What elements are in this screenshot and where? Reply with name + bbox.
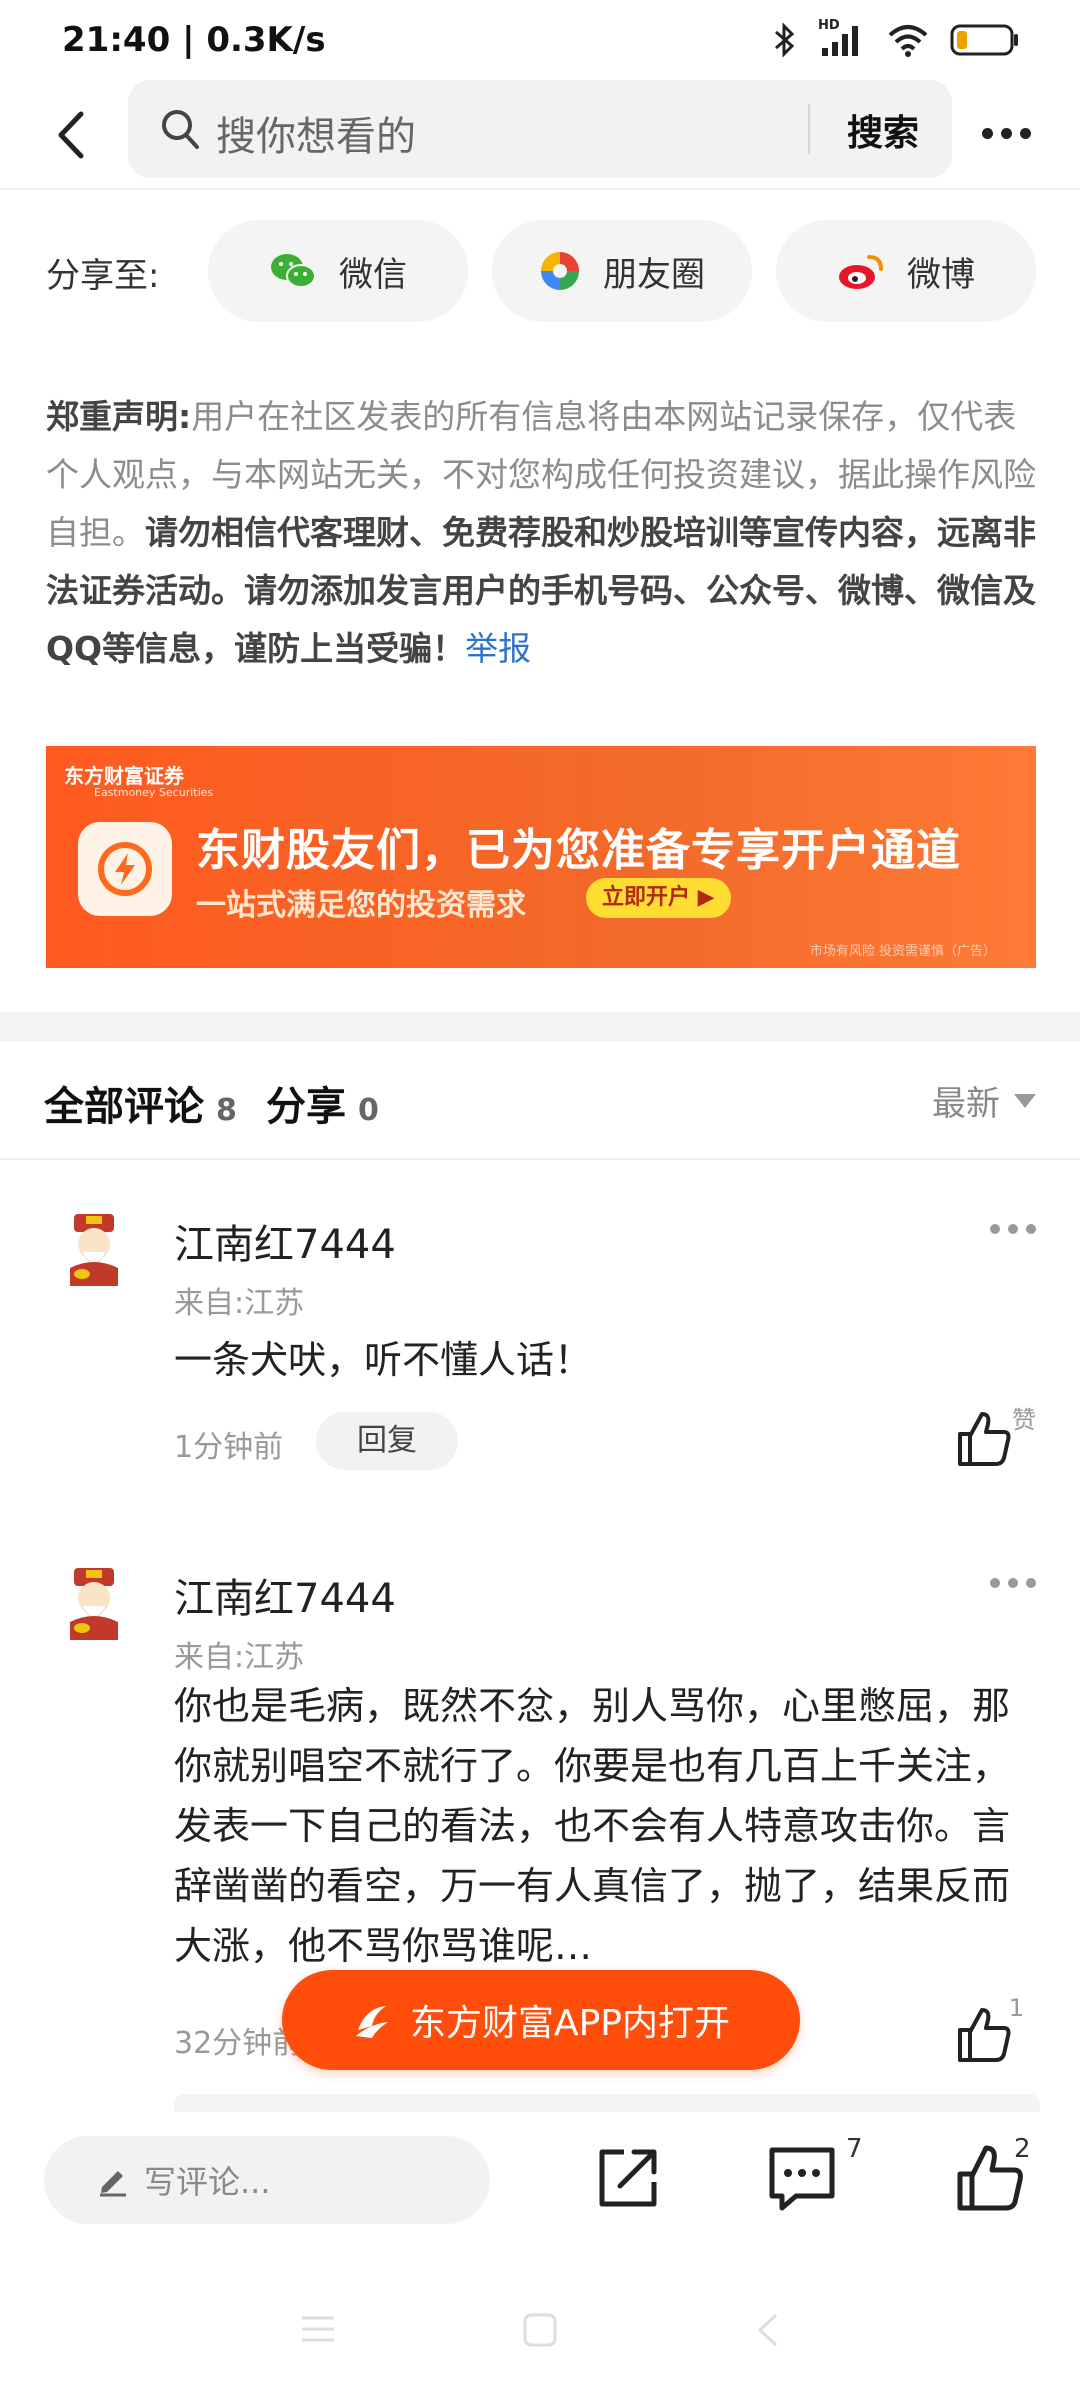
comments-button[interactable] [764, 2140, 840, 2216]
search-bar[interactable]: 搜你想看的 搜索 [128, 80, 952, 178]
disclaimer: 郑重声明:用户在社区发表的所有信息将由本网站记录保存，仅代表个人观点，与本网站无… [46, 388, 1036, 678]
open-in-app-label: 东方财富APP内打开 [409, 2003, 731, 2044]
signal-icon: HD [818, 18, 866, 58]
share-wechat-button[interactable]: 微信 [208, 220, 468, 322]
share-wechat-label: 微信 [339, 254, 407, 295]
comment-location: 来自:江苏 [174, 1286, 305, 1321]
reply-button[interactable]: 回复 [316, 1412, 458, 1470]
dot-icon [1026, 1224, 1036, 1234]
weibo-icon [839, 255, 883, 289]
home-icon[interactable] [522, 2312, 558, 2348]
comment-count: 7 [846, 2134, 863, 2164]
section-divider [0, 1012, 1080, 1042]
wechat-icon [271, 254, 316, 288]
back-button[interactable] [40, 102, 100, 168]
like-label: 赞 [1012, 1406, 1036, 1434]
eastmoney-logo-icon [355, 2006, 388, 2038]
disclaimer-warning: 请勿相信代客理财、免费荐股和炒股培训等宣传内容，远离非法证券活动。请勿添加发言用… [46, 513, 1036, 668]
dot-icon [1008, 1224, 1018, 1234]
back-arrow-icon [58, 111, 84, 159]
tab-all-comments[interactable]: 全部评论 8 [44, 1074, 237, 1132]
search-input[interactable]: 搜你想看的 [216, 104, 416, 162]
banner-brand: 东方财富证券 [64, 764, 184, 788]
banner-subline: 一站式满足您的投资需求 [196, 888, 526, 923]
chevron-down-icon [1014, 1093, 1036, 1108]
status-bar: 21:40 | 0.3K/s HD [0, 0, 1080, 80]
comments-header: 全部评论 8 分享 0 最新 [0, 1042, 1080, 1160]
dot-icon [990, 1224, 1000, 1234]
comment-author[interactable]: 江南红7444 [174, 1566, 396, 1624]
comment-more-button[interactable] [990, 1224, 1036, 1234]
thumbs-up-icon [958, 1412, 1011, 1466]
like-count: 1 [1008, 1994, 1024, 2022]
avatar[interactable] [56, 1212, 132, 1288]
comment-author[interactable]: 江南红7444 [174, 1212, 396, 1270]
system-nav-bar [0, 2290, 1080, 2400]
dot-icon [990, 1578, 1000, 1588]
status-icons: HD [772, 18, 1020, 62]
avatar[interactable] [56, 1566, 132, 1642]
moments-icon [541, 252, 579, 290]
dot-icon [1000, 127, 1012, 139]
more-options-button[interactable] [966, 108, 1046, 158]
comment-text[interactable]: 一条犬吠，听不懂人话！ [174, 1330, 1044, 1390]
share-moments-button[interactable]: 朋友圈 [492, 220, 752, 322]
dot-icon [981, 127, 993, 139]
back-nav-icon[interactable] [752, 2312, 782, 2348]
comment-location: 来自:江苏 [174, 1640, 305, 1675]
battery-icon [950, 24, 1018, 56]
write-comment-placeholder: 写评论... [144, 2163, 271, 2201]
tab-all-comments-label: 全部评论 [44, 1084, 204, 1130]
app-logo-icon [78, 822, 172, 916]
open-account-button[interactable]: 立即开户 ▶ [586, 878, 731, 918]
menu-icon[interactable] [300, 2312, 336, 2346]
tab-shares[interactable]: 分享 0 [266, 1074, 379, 1132]
top-nav: 搜你想看的 搜索 [0, 80, 1080, 190]
comment-bubble-icon [769, 2147, 835, 2211]
bottom-toolbar: 写评论... 7 2 [0, 2112, 1080, 2252]
like-button[interactable] [954, 2004, 1014, 2064]
dot-icon [1008, 1578, 1018, 1588]
search-divider [808, 104, 810, 154]
next-comment-peek [174, 2094, 1040, 2114]
status-time: 21:40 | 0.3K/s [62, 20, 326, 60]
pencil-icon [100, 2171, 126, 2197]
write-comment-input[interactable]: 写评论... [44, 2136, 490, 2224]
share-weibo-label: 微博 [907, 254, 975, 295]
share-button[interactable] [590, 2140, 666, 2216]
search-icon [162, 110, 199, 149]
banner-ad[interactable]: 东方财富证券 Eastmoney Securities 东财股友们，已为您准备专… [46, 746, 1036, 968]
like-button[interactable] [954, 1408, 1014, 1468]
dot-icon [1026, 1578, 1036, 1588]
report-link[interactable]: 举报 [465, 629, 531, 668]
share-out-icon [599, 2149, 657, 2207]
share-label: 分享至: [46, 256, 160, 296]
sort-dropdown[interactable]: 最新 [932, 1076, 1036, 1125]
shares-count: 0 [358, 1093, 379, 1128]
search-button[interactable]: 搜索 [828, 104, 938, 156]
thumbs-up-icon [958, 2008, 1011, 2062]
wifi-icon [888, 25, 928, 57]
banner-brand-en: Eastmoney Securities [94, 786, 214, 799]
open-in-app-button[interactable]: 东方财富APP内打开 [282, 1970, 800, 2070]
comment-time: 1分钟前 [174, 1430, 284, 1465]
comments-count: 8 [216, 1093, 237, 1128]
post-like-count: 2 [1014, 2134, 1031, 2164]
comment-more-button[interactable] [990, 1578, 1036, 1588]
banner-headline: 东财股友们，已为您准备专享开户通道 [196, 825, 961, 876]
share-weibo-button[interactable]: 微博 [776, 220, 1036, 322]
sort-label: 最新 [932, 1084, 1000, 1124]
bluetooth-icon [775, 22, 795, 58]
dot-icon [1019, 127, 1031, 139]
tab-shares-label: 分享 [266, 1084, 346, 1130]
share-row: 分享至: 微信 朋友圈 微博 [0, 218, 1080, 324]
disclaimer-title: 郑重声明: [46, 397, 192, 436]
comment-text[interactable]: 你也是毛病，既然不忿，别人骂你，心里憋屈，那你就别唱空不就行了。你要是也有几百上… [174, 1676, 1044, 1976]
banner-risk-note: 市场有风险 投资需谨慎（广告） [809, 944, 996, 959]
share-moments-label: 朋友圈 [603, 254, 705, 295]
